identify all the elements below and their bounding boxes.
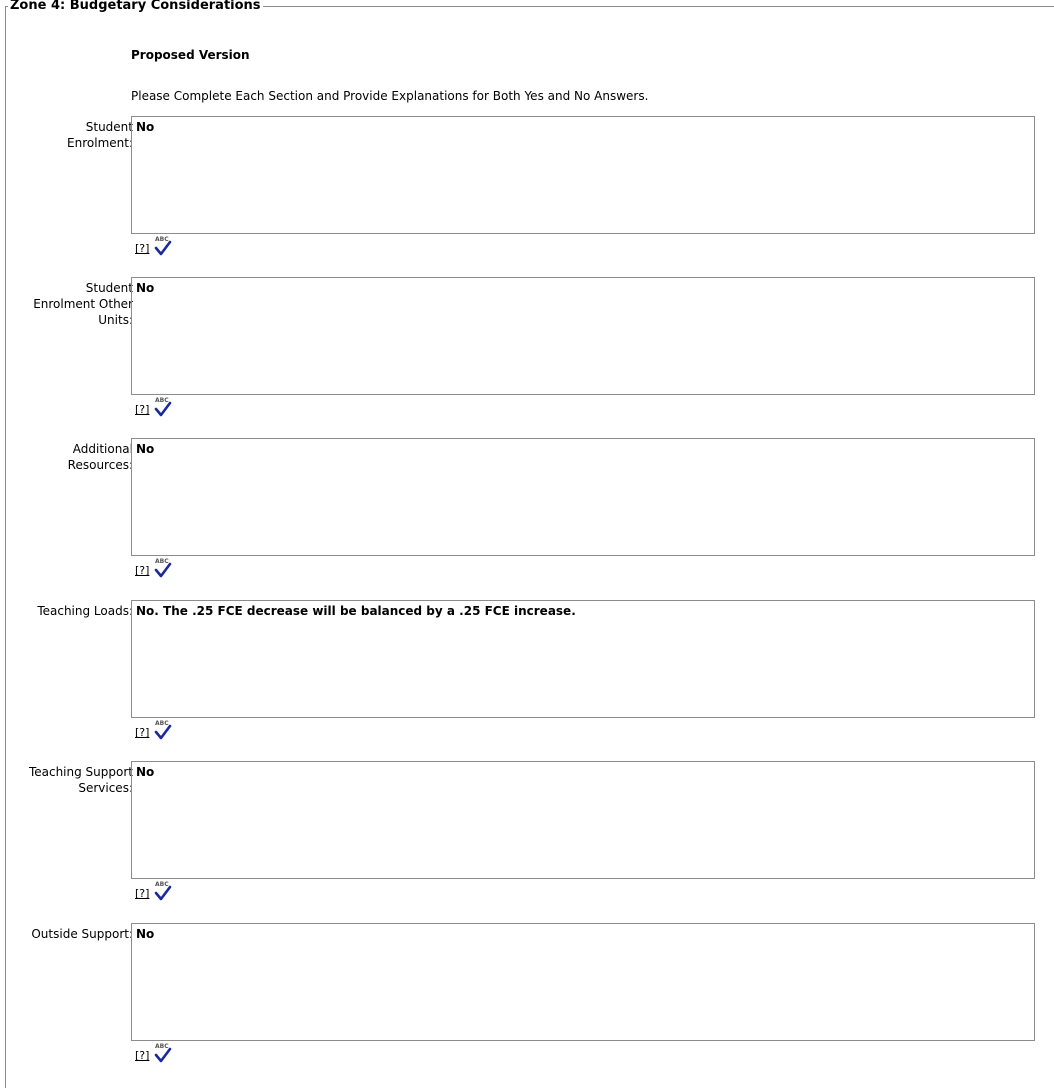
teaching-support-services-textarea[interactable]: No bbox=[131, 761, 1035, 879]
field-tools: [?] ABC bbox=[135, 880, 172, 902]
field-outside-support: Outside Support: No [?] ABC bbox=[6, 923, 1054, 1073]
help-link[interactable]: [?] bbox=[135, 887, 149, 900]
svg-text:ABC: ABC bbox=[155, 397, 169, 404]
teaching-loads-textarea[interactable]: No. The .25 FCE decrease will be balance… bbox=[131, 600, 1035, 718]
field-tools: [?] ABC bbox=[135, 557, 172, 579]
help-link[interactable]: [?] bbox=[135, 564, 149, 577]
svg-text:ABC: ABC bbox=[155, 720, 169, 727]
spellcheck-icon[interactable]: ABC bbox=[154, 880, 172, 902]
field-teaching-support-services: Teaching Support Services: No [?] ABC bbox=[6, 761, 1054, 911]
spellcheck-icon[interactable]: ABC bbox=[154, 396, 172, 418]
help-link[interactable]: [?] bbox=[135, 726, 149, 739]
student-enrolment-textarea[interactable]: No bbox=[131, 116, 1035, 234]
field-label: Outside Support: bbox=[31, 927, 133, 941]
field-additional-resources: Additional Resources: No [?] ABC bbox=[6, 438, 1054, 588]
zone-fieldset: Zone 4: Budgetary Considerations Propose… bbox=[5, 0, 1054, 1088]
spellcheck-icon[interactable]: ABC bbox=[154, 235, 172, 257]
field-tools: [?] ABC bbox=[135, 235, 172, 257]
field-tools: [?] ABC bbox=[135, 719, 172, 741]
field-student-enrolment: Student Enrolment: No [?] ABC bbox=[6, 116, 1054, 266]
svg-text:ABC: ABC bbox=[155, 558, 169, 565]
instructions-text: Please Complete Each Section and Provide… bbox=[131, 89, 649, 103]
outside-support-textarea[interactable]: No bbox=[131, 923, 1035, 1041]
version-subtitle: Proposed Version bbox=[131, 48, 250, 62]
spellcheck-icon[interactable]: ABC bbox=[154, 557, 172, 579]
svg-text:ABC: ABC bbox=[155, 881, 169, 888]
student-enrolment-other-units-textarea[interactable]: No bbox=[131, 277, 1035, 395]
field-label: Teaching Loads: bbox=[37, 604, 133, 618]
field-label: Student Enrolment: bbox=[67, 120, 133, 150]
field-student-enrolment-other-units: Student Enrolment Other Units: No [?] AB… bbox=[6, 277, 1054, 427]
help-link[interactable]: [?] bbox=[135, 242, 149, 255]
spellcheck-icon[interactable]: ABC bbox=[154, 1042, 172, 1064]
help-link[interactable]: [?] bbox=[135, 1049, 149, 1062]
additional-resources-textarea[interactable]: No bbox=[131, 438, 1035, 556]
field-label: Student Enrolment Other Units: bbox=[33, 281, 133, 327]
field-tools: [?] ABC bbox=[135, 1042, 172, 1064]
field-label: Teaching Support Services: bbox=[28, 765, 133, 795]
zone-title: Zone 4: Budgetary Considerations bbox=[8, 0, 263, 14]
field-teaching-loads: Teaching Loads: No. The .25 FCE decrease… bbox=[6, 600, 1054, 750]
field-tools: [?] ABC bbox=[135, 396, 172, 418]
field-label: Additional Resources: bbox=[67, 442, 133, 472]
spellcheck-icon[interactable]: ABC bbox=[154, 719, 172, 741]
help-link[interactable]: [?] bbox=[135, 403, 149, 416]
svg-text:ABC: ABC bbox=[155, 236, 169, 243]
svg-text:ABC: ABC bbox=[155, 1043, 169, 1050]
